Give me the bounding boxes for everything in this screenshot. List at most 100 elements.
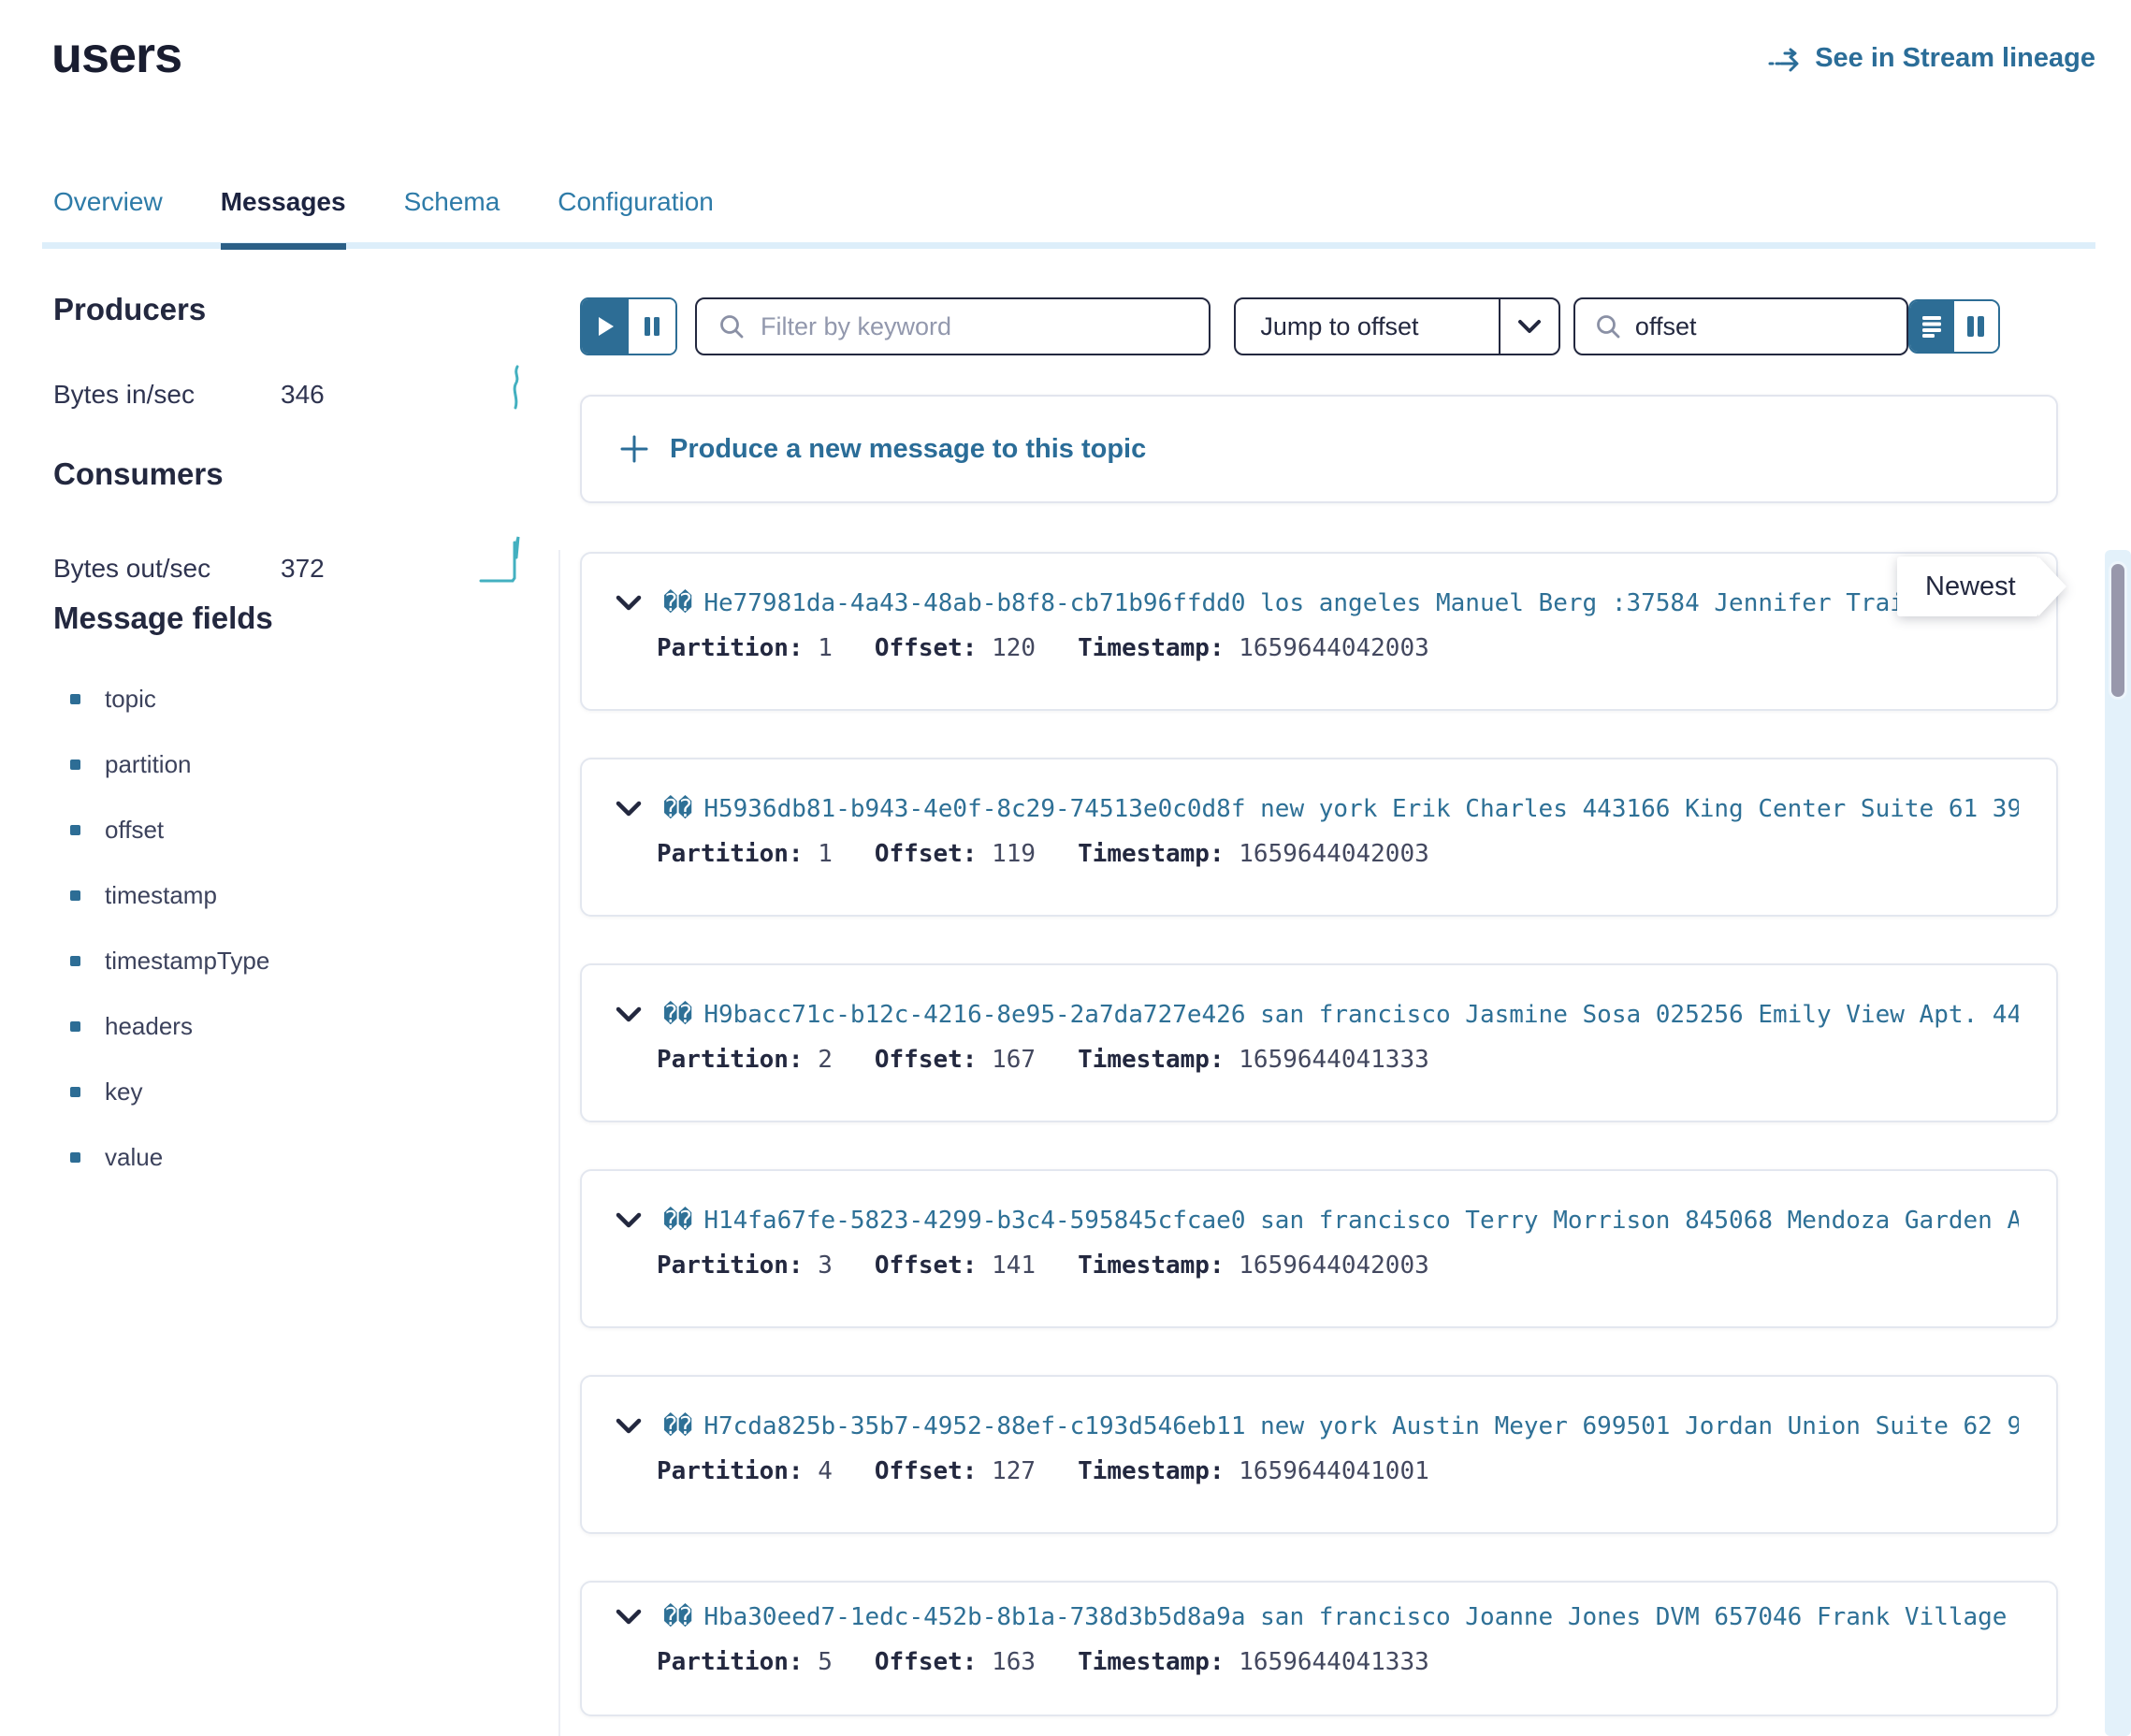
message-key-value-preview: ��Hba30eed7-1edc-452b-8b1a-738d3b5d8a9a … xyxy=(663,1603,2019,1631)
message-metadata-row: Partition: 3 Offset: 141 Timestamp: 1659… xyxy=(615,1251,2019,1280)
message-field-item[interactable]: key xyxy=(53,1059,526,1124)
expand-chevron-icon[interactable] xyxy=(615,1608,643,1627)
message-card[interactable]: ��H7cda825b-35b7-4952-88ef-c193d546eb11 … xyxy=(580,1375,2058,1534)
play-pause-toggle xyxy=(580,297,677,355)
offset-meta: Offset: 167 xyxy=(875,1046,1036,1074)
page-title: users xyxy=(51,26,181,84)
expand-chevron-icon[interactable] xyxy=(615,1211,643,1230)
partition-value: 2 xyxy=(818,1046,833,1074)
field-bullet-icon xyxy=(70,1087,80,1097)
tab-overview[interactable]: Overview xyxy=(53,187,163,250)
bytes-out-metric: Bytes out/sec 372 xyxy=(53,529,526,584)
offset-search-input[interactable]: offset xyxy=(1573,297,1908,355)
partition-meta: Partition: 1 xyxy=(657,634,833,662)
timestamp-meta: Timestamp: 1659644042003 xyxy=(1078,1251,1429,1280)
offset-value: 119 xyxy=(992,840,1036,868)
timestamp-value: 1659644041333 xyxy=(1239,1648,1429,1676)
consumers-section: Consumers Bytes out/sec 372 xyxy=(53,456,526,584)
column-view-button[interactable] xyxy=(1954,301,1998,352)
list-view-button[interactable] xyxy=(1910,301,1954,352)
message-field-item[interactable]: timestampType xyxy=(53,928,526,993)
offset-value: 127 xyxy=(992,1457,1036,1485)
jump-select-value: Jump to offset xyxy=(1236,312,1499,341)
tab-configuration[interactable]: Configuration xyxy=(558,187,714,250)
view-mode-toggle xyxy=(1908,299,2000,354)
partition-meta: Partition: 1 xyxy=(657,840,833,868)
partition-meta: Partition: 3 xyxy=(657,1251,833,1280)
play-button[interactable] xyxy=(582,299,629,354)
expand-chevron-icon[interactable] xyxy=(615,1417,643,1436)
bytes-out-label: Bytes out/sec xyxy=(53,554,281,584)
message-summary-row: ��H9bacc71c-b12c-4216-8e95-2a7da727e426 … xyxy=(615,1001,2019,1029)
message-field-item[interactable]: partition xyxy=(53,731,526,797)
partition-value: 1 xyxy=(818,634,833,662)
message-metadata-row: Partition: 2 Offset: 167 Timestamp: 1659… xyxy=(615,1046,2019,1074)
field-bullet-icon xyxy=(70,890,80,901)
scrollbar-thumb[interactable] xyxy=(2109,561,2127,700)
timestamp-meta: Timestamp: 1659644042003 xyxy=(1078,634,1429,662)
messages-panel: Filter by keyword Jump to offset of xyxy=(580,297,2058,1716)
message-fields-list: topic partition offset timestamp xyxy=(53,666,526,1190)
filter-placeholder: Filter by keyword xyxy=(761,312,951,341)
message-text: H9bacc71c-b12c-4216-8e95-2a7da727e426 sa… xyxy=(703,1001,2019,1029)
field-label: timestampType xyxy=(105,947,269,976)
message-metadata-row: Partition: 4 Offset: 127 Timestamp: 1659… xyxy=(615,1457,2019,1485)
field-bullet-icon xyxy=(70,1021,80,1032)
filter-keyword-input[interactable]: Filter by keyword xyxy=(695,297,1210,355)
field-label: offset xyxy=(105,816,164,845)
message-card[interactable]: ��H14fa67fe-5823-4299-b3c4-595845cfcae0 … xyxy=(580,1169,2058,1328)
pause-button[interactable] xyxy=(629,299,675,354)
message-key-value-preview: ��He77981da-4a43-48ab-b8f8-cb71b96ffdd0 … xyxy=(663,589,2019,617)
expand-chevron-icon[interactable] xyxy=(615,594,643,613)
message-fields-section: Message fields topic partition xyxy=(53,600,526,1190)
message-metadata-row: Partition: 1 Offset: 120 Timestamp: 1659… xyxy=(615,634,2019,662)
field-label: headers xyxy=(105,1012,193,1041)
bytes-in-sparkline-chart xyxy=(507,365,526,410)
bytes-out-value: 372 xyxy=(281,554,325,584)
stream-lineage-label: See in Stream lineage xyxy=(1815,43,2095,74)
expand-chevron-icon[interactable] xyxy=(615,800,643,818)
message-field-item[interactable]: topic xyxy=(53,666,526,731)
binary-marker: �� xyxy=(663,1603,692,1631)
partition-value: 5 xyxy=(818,1648,833,1676)
binary-marker: �� xyxy=(663,1412,692,1440)
chevron-down-icon xyxy=(1517,319,1542,334)
see-in-stream-lineage-link[interactable]: See in Stream lineage xyxy=(1768,43,2095,74)
message-key-value-preview: ��H5936db81-b943-4e0f-8c29-74513e0c0d8f … xyxy=(663,795,2019,823)
search-icon xyxy=(1594,312,1622,340)
timestamp-value: 1659644042003 xyxy=(1239,840,1429,868)
field-bullet-icon xyxy=(70,825,80,835)
message-card[interactable]: ��H9bacc71c-b12c-4216-8e95-2a7da727e426 … xyxy=(580,963,2058,1122)
partition-value: 4 xyxy=(818,1457,833,1485)
field-bullet-icon xyxy=(70,760,80,770)
message-metadata-row: Partition: 1 Offset: 119 Timestamp: 1659… xyxy=(615,840,2019,868)
offset-value: 141 xyxy=(992,1251,1036,1280)
message-list-scrollbar[interactable] xyxy=(2105,550,2131,1736)
select-chevron-zone[interactable] xyxy=(1499,299,1558,354)
message-key-value-preview: ��H7cda825b-35b7-4952-88ef-c193d546eb11 … xyxy=(663,1412,2019,1440)
bytes-in-metric: Bytes in/sec 346 xyxy=(53,365,526,410)
tab-messages[interactable]: Messages xyxy=(221,187,346,250)
expand-chevron-icon[interactable] xyxy=(615,1005,643,1024)
partition-value: 3 xyxy=(818,1251,833,1280)
offset-value: 120 xyxy=(992,634,1036,662)
message-field-item[interactable]: value xyxy=(53,1124,526,1190)
timestamp-meta: Timestamp: 1659644041001 xyxy=(1078,1457,1429,1485)
bytes-in-value: 346 xyxy=(281,380,325,410)
partition-value: 1 xyxy=(818,840,833,868)
message-field-item[interactable]: offset xyxy=(53,797,526,862)
tab-schema[interactable]: Schema xyxy=(404,187,500,250)
offset-meta: Offset: 119 xyxy=(875,840,1036,868)
produce-message-button[interactable]: Produce a new message to this topic xyxy=(580,395,2058,503)
offset-input-value: offset xyxy=(1635,312,1697,341)
tab-underline-track xyxy=(42,242,2095,249)
offset-meta: Offset: 141 xyxy=(875,1251,1036,1280)
message-card[interactable]: ��Hba30eed7-1edc-452b-8b1a-738d3b5d8a9a … xyxy=(580,1581,2058,1716)
jump-to-offset-select[interactable]: Jump to offset xyxy=(1234,297,1560,355)
message-card[interactable]: ��He77981da-4a43-48ab-b8f8-cb71b96ffdd0 … xyxy=(580,552,2058,711)
message-card[interactable]: ��H5936db81-b943-4e0f-8c29-74513e0c0d8f … xyxy=(580,758,2058,917)
topic-messages-page: users See in Stream lineage Overview Mes… xyxy=(0,0,2131,1736)
message-field-item[interactable]: timestamp xyxy=(53,862,526,928)
partition-meta: Partition: 5 xyxy=(657,1648,833,1676)
message-field-item[interactable]: headers xyxy=(53,993,526,1059)
